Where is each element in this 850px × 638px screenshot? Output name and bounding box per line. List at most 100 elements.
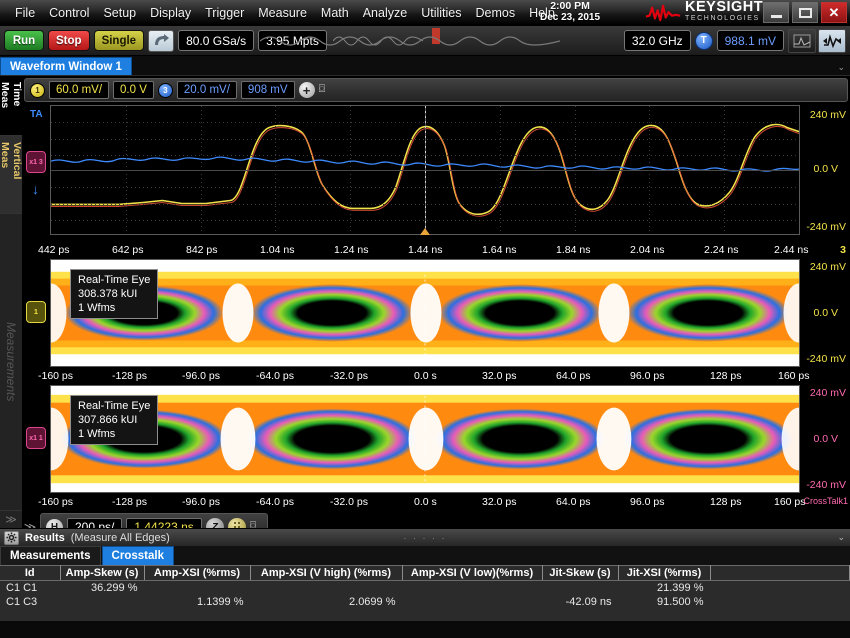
- sidebar-item-vertical-meas[interactable]: Vertical Meas: [0, 136, 22, 214]
- eye-2-axis-top-label: 240 mV: [810, 387, 846, 399]
- cell-jit-xsi: 91.500 %: [618, 595, 710, 609]
- trigger-waveform-overview: [260, 30, 560, 52]
- table-row[interactable]: C1 C3 1.1399 % 2.0699 % -42.09 ns 91.500…: [0, 595, 850, 609]
- column-header-amp-xsi-v-high[interactable]: Amp-XSI (V high) (%rms): [250, 566, 402, 581]
- scope-display-area: 1 60.0 mV/ 0.0 V 3 20.0 mV/ 908 mV + ⌼ x…: [22, 76, 850, 528]
- eye-1-annotation[interactable]: Real-Time Eye 308.378 kUI 1 Wfms: [70, 269, 158, 319]
- column-header-jit-skew[interactable]: Jit-Skew (s): [542, 566, 618, 581]
- column-header-id[interactable]: Id: [0, 566, 60, 581]
- stop-button[interactable]: Stop: [48, 30, 90, 51]
- keysight-wordmark: KEYSIGHT TECHNOLOGIES: [685, 2, 763, 24]
- menu-item-trigger[interactable]: Trigger: [198, 4, 251, 22]
- eye-2-axis-bottom-label: -240 mV: [806, 479, 846, 491]
- time-label-8: 2.04 ns: [630, 244, 664, 256]
- eye1-time-label-1: -128 ps: [112, 370, 147, 382]
- time-label-0: 442 ps: [38, 244, 70, 256]
- eye-diagram-2-graticule[interactable]: [50, 385, 800, 493]
- column-header-amp-skew[interactable]: Amp-Skew (s): [60, 566, 144, 581]
- channel-1-badge[interactable]: 1: [30, 83, 45, 98]
- window-controls: ✕: [763, 2, 847, 23]
- channel-3-offset-field[interactable]: 908 mV: [241, 81, 295, 99]
- clear-display-button[interactable]: [148, 30, 174, 52]
- menu-item-display[interactable]: Display: [143, 4, 198, 22]
- table-row[interactable]: C1 C1 36.299 % 21.399 %: [0, 581, 850, 596]
- cell-jit-skew: -42.09 ns: [542, 595, 618, 609]
- eye-2-channel-badge[interactable]: x1 1: [26, 427, 46, 449]
- close-button[interactable]: ✕: [821, 2, 847, 23]
- channel-1-scale-field[interactable]: 60.0 mV/: [49, 81, 109, 99]
- channel-3-badge[interactable]: 3: [158, 83, 173, 98]
- column-header-jit-xsi[interactable]: Jit-XSI (%rms): [618, 566, 710, 581]
- tab-measurements[interactable]: Measurements: [0, 546, 101, 565]
- tab-strip-chevron-down-icon[interactable]: ⌄: [837, 62, 845, 73]
- eye1-time-label-6: 32.0 ps: [482, 370, 516, 382]
- eye1-time-label-8: 96.0 ps: [630, 370, 664, 382]
- menu-item-math[interactable]: Math: [314, 4, 356, 22]
- eye-diagram-2-density: [51, 386, 799, 492]
- results-settings-button[interactable]: [4, 531, 19, 545]
- sidebar-item-measurements[interactable]: Measurements: [0, 214, 22, 511]
- menu-item-utilities[interactable]: Utilities: [414, 4, 468, 22]
- eye1-time-label-2: -96.0 ps: [182, 370, 220, 382]
- trigger-badge[interactable]: T: [695, 32, 713, 50]
- results-drag-handle[interactable]: · · · · ·: [404, 533, 447, 543]
- waveform-graticule[interactable]: [50, 105, 800, 235]
- crosstalk-label: CrossTalk1: [803, 496, 848, 506]
- channel-3-marker-badge[interactable]: x1 3: [26, 151, 46, 173]
- trigger-level-field[interactable]: 988.1 mV: [717, 30, 784, 51]
- results-header-bar: Results (Measure All Edges) · · · · · ⌄: [0, 528, 850, 546]
- eye-2-annotation[interactable]: Real-Time Eye 307.866 kUI 1 Wfms: [70, 395, 158, 445]
- eye-diagram-2-panel: x1 1: [22, 385, 850, 495]
- pin-icon[interactable]: ⌼: [319, 83, 331, 97]
- window-tab-strip: Waveform Window 1 ⌄: [0, 56, 850, 76]
- autoscale-button[interactable]: [818, 29, 846, 53]
- single-button[interactable]: Single: [94, 30, 145, 51]
- menu-item-demos[interactable]: Demos: [468, 4, 522, 22]
- menu-item-control[interactable]: Control: [42, 4, 96, 22]
- restore-button[interactable]: [792, 2, 818, 23]
- eye-1-title: Real-Time Eye: [78, 273, 150, 287]
- tab-crosstalk[interactable]: Crosstalk: [102, 546, 174, 565]
- sample-rate-field[interactable]: 80.0 GSa/s: [178, 30, 254, 51]
- trigger-position-arrow-icon[interactable]: [420, 228, 430, 235]
- acquisition-toolbar: Run Stop Single 80.0 GSa/s 3.95 Mpts 32.…: [0, 26, 850, 56]
- column-header-amp-xsi-v-low[interactable]: Amp-XSI (V low)(%rms): [402, 566, 542, 581]
- waveform-panel: x1 3 TA ↓: [22, 103, 850, 243]
- cell-id: C1 C1: [0, 581, 60, 596]
- minimize-button[interactable]: [763, 2, 789, 23]
- eye1-time-label-7: 64.0 ps: [556, 370, 590, 382]
- menu-item-file[interactable]: File: [8, 4, 42, 22]
- sidebar-collapse-chevron-icon[interactable]: ≫: [0, 511, 22, 528]
- oscilloscope-app: File Control Setup Display Trigger Measu…: [0, 0, 850, 638]
- cell-jit-xsi: 21.399 %: [618, 581, 710, 596]
- channel-1-offset-field[interactable]: 0.0 V: [113, 81, 154, 99]
- results-collapse-chevron-icon[interactable]: ⌄: [837, 532, 845, 543]
- eye-diagram-1-panel: 1: [22, 259, 850, 369]
- eye1-time-label-0: -160 ps: [38, 370, 73, 382]
- sidebar-item-time-meas[interactable]: Time Meas: [0, 76, 22, 136]
- eye-1-channel-badge[interactable]: 1: [26, 301, 46, 323]
- results-table-wrapper[interactable]: Id Amp-Skew (s) Amp-XSI (%rms) Amp-XSI (…: [0, 565, 850, 621]
- tab-waveform-window-1[interactable]: Waveform Window 1: [0, 57, 132, 75]
- column-header-amp-xsi[interactable]: Amp-XSI (%rms): [144, 566, 250, 581]
- menu-item-setup[interactable]: Setup: [96, 4, 143, 22]
- eye2-time-label-9: 128 ps: [710, 496, 742, 508]
- channel-settings-bar: 1 60.0 mV/ 0.0 V 3 20.0 mV/ 908 mV + ⌼: [24, 78, 848, 102]
- grid-view-button[interactable]: [788, 29, 816, 53]
- eye2-time-label-2: -96.0 ps: [182, 496, 220, 508]
- menu-item-analyze[interactable]: Analyze: [356, 4, 414, 22]
- eye2-time-label-4: -32.0 ps: [330, 496, 368, 508]
- time-label-5: 1.44 ns: [408, 244, 442, 256]
- eye-diagram-1-graticule[interactable]: [50, 259, 800, 367]
- grid-view-icon: [793, 34, 811, 48]
- channel-3-scale-field[interactable]: 20.0 mV/: [177, 81, 237, 99]
- run-button[interactable]: Run: [4, 30, 44, 51]
- bandwidth-field[interactable]: 32.0 GHz: [624, 30, 691, 51]
- menu-item-measure[interactable]: Measure: [251, 4, 314, 22]
- brand-sub: TECHNOLOGIES: [685, 13, 763, 24]
- results-tab-strip: Measurements Crosstalk: [0, 546, 850, 565]
- add-channel-button[interactable]: +: [299, 82, 315, 98]
- eye-2-time-axis: -160 ps -128 ps -96.0 ps -64.0 ps -32.0 …: [22, 495, 850, 511]
- cell-spacer: [710, 595, 850, 609]
- keysight-logo: KEYSIGHT TECHNOLOGIES: [645, 2, 763, 24]
